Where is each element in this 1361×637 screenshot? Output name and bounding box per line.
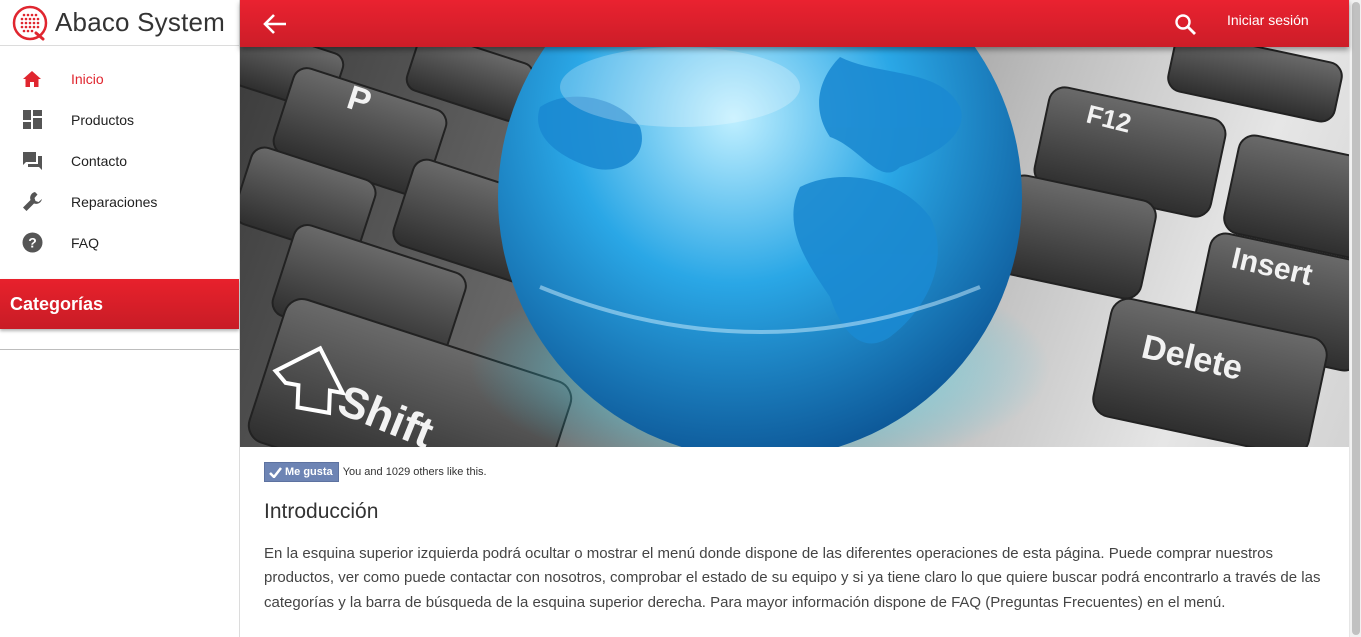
sidebar: Abaco System Inicio Productos Contacto R… [0,0,240,637]
facebook-like-widget: Me gusta You and 1029 others like this. [264,462,1324,482]
arrow-back-icon[interactable] [262,12,288,36]
abaco-logo-icon [12,5,48,40]
keyboard-globe-illustration: P F12 Shift Insert Delete [240,47,1349,447]
like-count-text: You and 1029 others like this. [342,466,487,478]
login-button[interactable]: Iniciar sesión [1227,12,1309,28]
brand-name: Abaco System [55,7,226,37]
top-toolbar: Iniciar sesión [240,0,1349,47]
sidebar-item-reparaciones[interactable]: Reparaciones [0,181,239,222]
like-button-label: Me gusta [285,466,333,478]
hero-image: P F12 Shift Insert Delete [240,47,1349,447]
intro-text: En la esquina superior izquierda podrá o… [264,545,1321,611]
intro-title: Introducción [264,500,379,523]
sidebar-item-inicio[interactable]: Inicio [0,58,239,99]
categories-header[interactable]: Categorías [0,279,239,329]
like-button[interactable]: Me gusta [264,462,339,482]
sidebar-item-label: Productos [71,111,135,128]
sidebar-item-contacto[interactable]: Contacto [0,140,239,181]
main-content: Me gusta You and 1029 others like this. … [264,462,1324,615]
page-scrollbar[interactable] [1349,0,1361,637]
sidebar-nav: Inicio Productos Contacto Reparaciones ?… [0,46,239,263]
sidebar-item-label: Reparaciones [71,193,158,210]
dashboard-icon [21,109,43,131]
check-icon [269,466,282,478]
home-icon [21,68,43,90]
sidebar-item-productos[interactable]: Productos [0,99,239,140]
sidebar-item-label: Inicio [71,70,104,87]
svg-text:?: ? [28,235,37,251]
sidebar-item-label: Contacto [71,152,128,169]
sidebar-item-label: FAQ [71,234,100,251]
sidebar-item-faq[interactable]: ? FAQ [0,222,239,263]
wrench-icon [21,191,43,213]
chat-icon [21,150,43,172]
brand[interactable]: Abaco System [0,0,239,46]
categories-divider [0,349,239,350]
help-icon: ? [21,232,43,254]
search-icon[interactable] [1174,13,1198,37]
scrollbar-thumb[interactable] [1352,2,1360,635]
